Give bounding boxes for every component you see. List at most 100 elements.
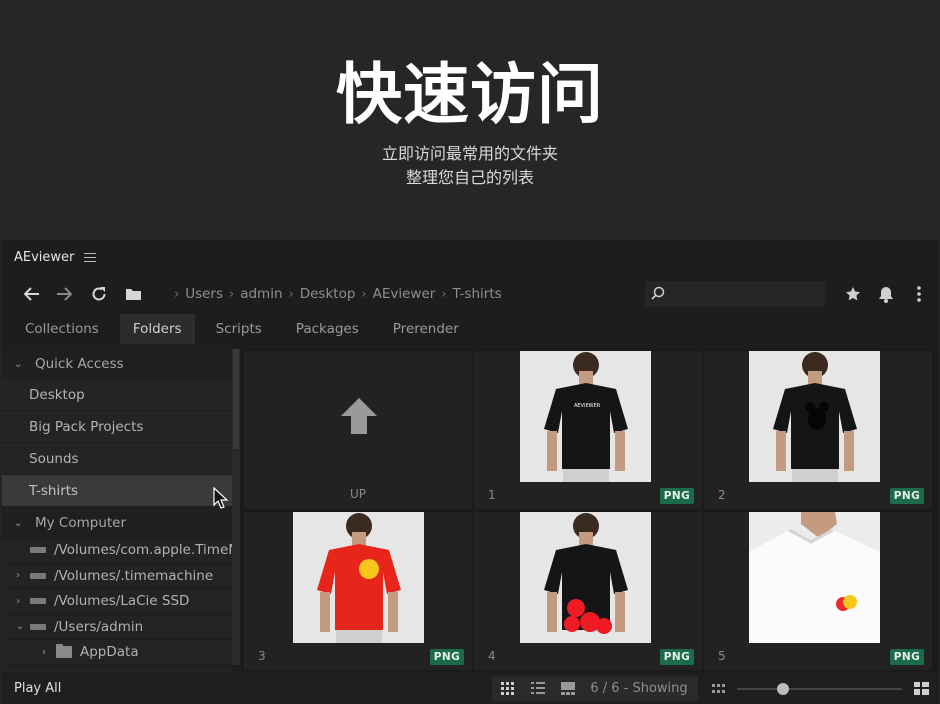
- tree-item-label: /Volumes/LaCie SSD: [54, 593, 190, 610]
- breadcrumb-desktop[interactable]: Desktop: [300, 286, 356, 302]
- zoom-slider[interactable]: [737, 688, 902, 690]
- sidebar-item-sounds[interactable]: Sounds: [2, 443, 232, 475]
- tshirt-thumbnail: [749, 512, 880, 643]
- drive-icon: [30, 547, 46, 554]
- tab-folders[interactable]: Folders: [119, 314, 195, 344]
- app-name: AEviewer: [14, 249, 75, 265]
- breadcrumb: › Users › admin › Desktop › AEviewer › T…: [168, 286, 502, 302]
- grid-item-2[interactable]: 2 PNG: [704, 351, 932, 509]
- bell-icon[interactable]: [874, 282, 898, 306]
- breadcrumb-admin[interactable]: admin: [240, 286, 282, 302]
- grid-item-up[interactable]: UP: [244, 351, 472, 509]
- chevron-down-icon: ⌄: [14, 358, 23, 370]
- tshirt-print-text: AEVIEWER: [574, 403, 601, 409]
- grid-item-3[interactable]: 3 PNG: [244, 512, 472, 670]
- tab-bar: Collections Folders Scripts Packages Pre…: [12, 314, 480, 344]
- sidebar-item-tshirts[interactable]: T-shirts: [2, 475, 232, 507]
- tab-collections[interactable]: Collections: [12, 314, 112, 344]
- tree-item-timemachine-volume[interactable]: /Volumes/com.apple.TimeMachine: [2, 538, 232, 564]
- hero-subtitle-1: 立即访问最常用的文件夹: [381, 144, 558, 163]
- up-arrow-icon: [341, 398, 377, 434]
- png-badge: PNG: [430, 649, 464, 665]
- breadcrumb-users[interactable]: Users: [185, 286, 223, 302]
- quick-access-header[interactable]: ⌄ Quick Access: [2, 349, 232, 379]
- png-badge: PNG: [890, 649, 924, 665]
- chevron-right-icon[interactable]: ›: [16, 570, 30, 581]
- search-input[interactable]: [645, 281, 825, 307]
- navigation-bar: › Users › admin › Desktop › AEviewer › T…: [2, 278, 938, 312]
- folder-icon[interactable]: [121, 282, 145, 306]
- drive-icon: [30, 572, 46, 579]
- app-window: AEviewer › Users › admin › Desktop › AEv…: [2, 240, 938, 704]
- back-arrow-icon[interactable]: [20, 282, 44, 306]
- star-icon[interactable]: [841, 282, 865, 306]
- sidebar-item-desktop[interactable]: Desktop: [2, 379, 232, 411]
- scrollbar-thumb[interactable]: [233, 349, 239, 449]
- item-number: 4: [488, 649, 496, 663]
- hero-banner: 快速访问 立即访问最常用的文件夹 整理您自己的列表: [0, 0, 940, 240]
- tree-item-label: /Users/admin: [54, 618, 144, 635]
- titlebar: AEviewer: [2, 240, 938, 274]
- png-badge: PNG: [660, 649, 694, 665]
- quick-access-title: Quick Access: [35, 356, 124, 372]
- tree-item-users-admin[interactable]: ⌄ /Users/admin: [2, 615, 232, 640]
- tree-item-label: /Volumes/com.apple.TimeMachine: [54, 542, 232, 559]
- grid-item-1[interactable]: AEVIEWER 1 PNG: [474, 351, 702, 509]
- sidebar-item-big-pack-projects[interactable]: Big Pack Projects: [2, 411, 232, 443]
- tshirt-thumbnail: [293, 512, 424, 643]
- tab-packages[interactable]: Packages: [283, 314, 372, 344]
- tree-item-lacie-ssd[interactable]: › /Volumes/LaCie SSD: [2, 589, 232, 615]
- chevron-right-icon: ›: [441, 286, 447, 302]
- drive-icon: [30, 598, 46, 605]
- refresh-icon[interactable]: [87, 282, 111, 306]
- item-number: 3: [258, 649, 266, 663]
- up-label: UP: [349, 487, 367, 501]
- forward-arrow-icon[interactable]: [52, 282, 76, 306]
- tab-scripts[interactable]: Scripts: [203, 314, 275, 344]
- my-computer-title: My Computer: [35, 515, 127, 531]
- drive-icon: [30, 623, 46, 630]
- sidebar-scrollbar[interactable]: [232, 349, 240, 665]
- grid-item-5[interactable]: 5 PNG: [704, 512, 932, 670]
- folder-icon: [56, 644, 72, 659]
- chevron-right-icon[interactable]: ›: [42, 647, 56, 658]
- hero-subtitle-2: 整理您自己的列表: [405, 168, 534, 187]
- png-badge: PNG: [660, 488, 694, 504]
- my-computer-header[interactable]: ⌄ My Computer: [2, 508, 232, 538]
- showing-count: 6 / 6 - Showing: [580, 676, 698, 701]
- filmstrip-view-icon[interactable]: [561, 682, 575, 695]
- play-all-button[interactable]: Play All: [14, 681, 61, 696]
- grid-view-icon[interactable]: [501, 682, 514, 695]
- chevron-right-icon: ›: [288, 286, 294, 302]
- small-grid-icon[interactable]: [712, 684, 725, 694]
- chevron-right-icon: ›: [361, 286, 367, 302]
- sidebar: ⌄ Quick Access Desktop Big Pack Projects…: [2, 349, 232, 672]
- tree-item-label: /Volumes/.timemachine: [54, 567, 214, 584]
- search-icon: [651, 286, 665, 300]
- item-number: 5: [718, 649, 726, 663]
- tshirt-thumbnail: [520, 512, 651, 643]
- large-grid-icon[interactable]: [914, 682, 929, 695]
- chevron-right-icon: ›: [229, 286, 235, 302]
- grid-item-4[interactable]: 4 PNG: [474, 512, 702, 670]
- more-options-icon[interactable]: [907, 282, 931, 306]
- zoom-slider-handle[interactable]: [777, 683, 789, 695]
- tshirt-thumbnail: AEVIEWER: [520, 351, 651, 482]
- chevron-right-icon: ›: [174, 286, 180, 302]
- breadcrumb-tshirts[interactable]: T-shirts: [453, 286, 502, 302]
- chevron-down-icon[interactable]: ⌄: [16, 621, 30, 632]
- list-view-icon[interactable]: [531, 682, 545, 695]
- hamburger-menu-icon[interactable]: [84, 252, 97, 262]
- tree-item-timemachine-hidden[interactable]: › /Volumes/.timemachine: [2, 564, 232, 589]
- item-number: 1: [488, 488, 496, 502]
- chevron-down-icon: ⌄: [14, 517, 23, 529]
- tab-prerender[interactable]: Prerender: [380, 314, 472, 344]
- chevron-right-icon[interactable]: ›: [16, 596, 30, 607]
- tree-item-appdata[interactable]: › AppData: [2, 640, 232, 666]
- file-grid: UP AEVIEWER 1 PNG 2 PNG 3 PNG 4 PNG 5 PN…: [242, 349, 938, 673]
- hero-title: 快速访问: [336, 56, 604, 133]
- tree-item-label: AppData: [80, 644, 139, 661]
- breadcrumb-aeviewer[interactable]: AEviewer: [373, 286, 436, 302]
- png-badge: PNG: [890, 488, 924, 504]
- bottom-bar: Play All 6 / 6 - Showing: [2, 673, 938, 704]
